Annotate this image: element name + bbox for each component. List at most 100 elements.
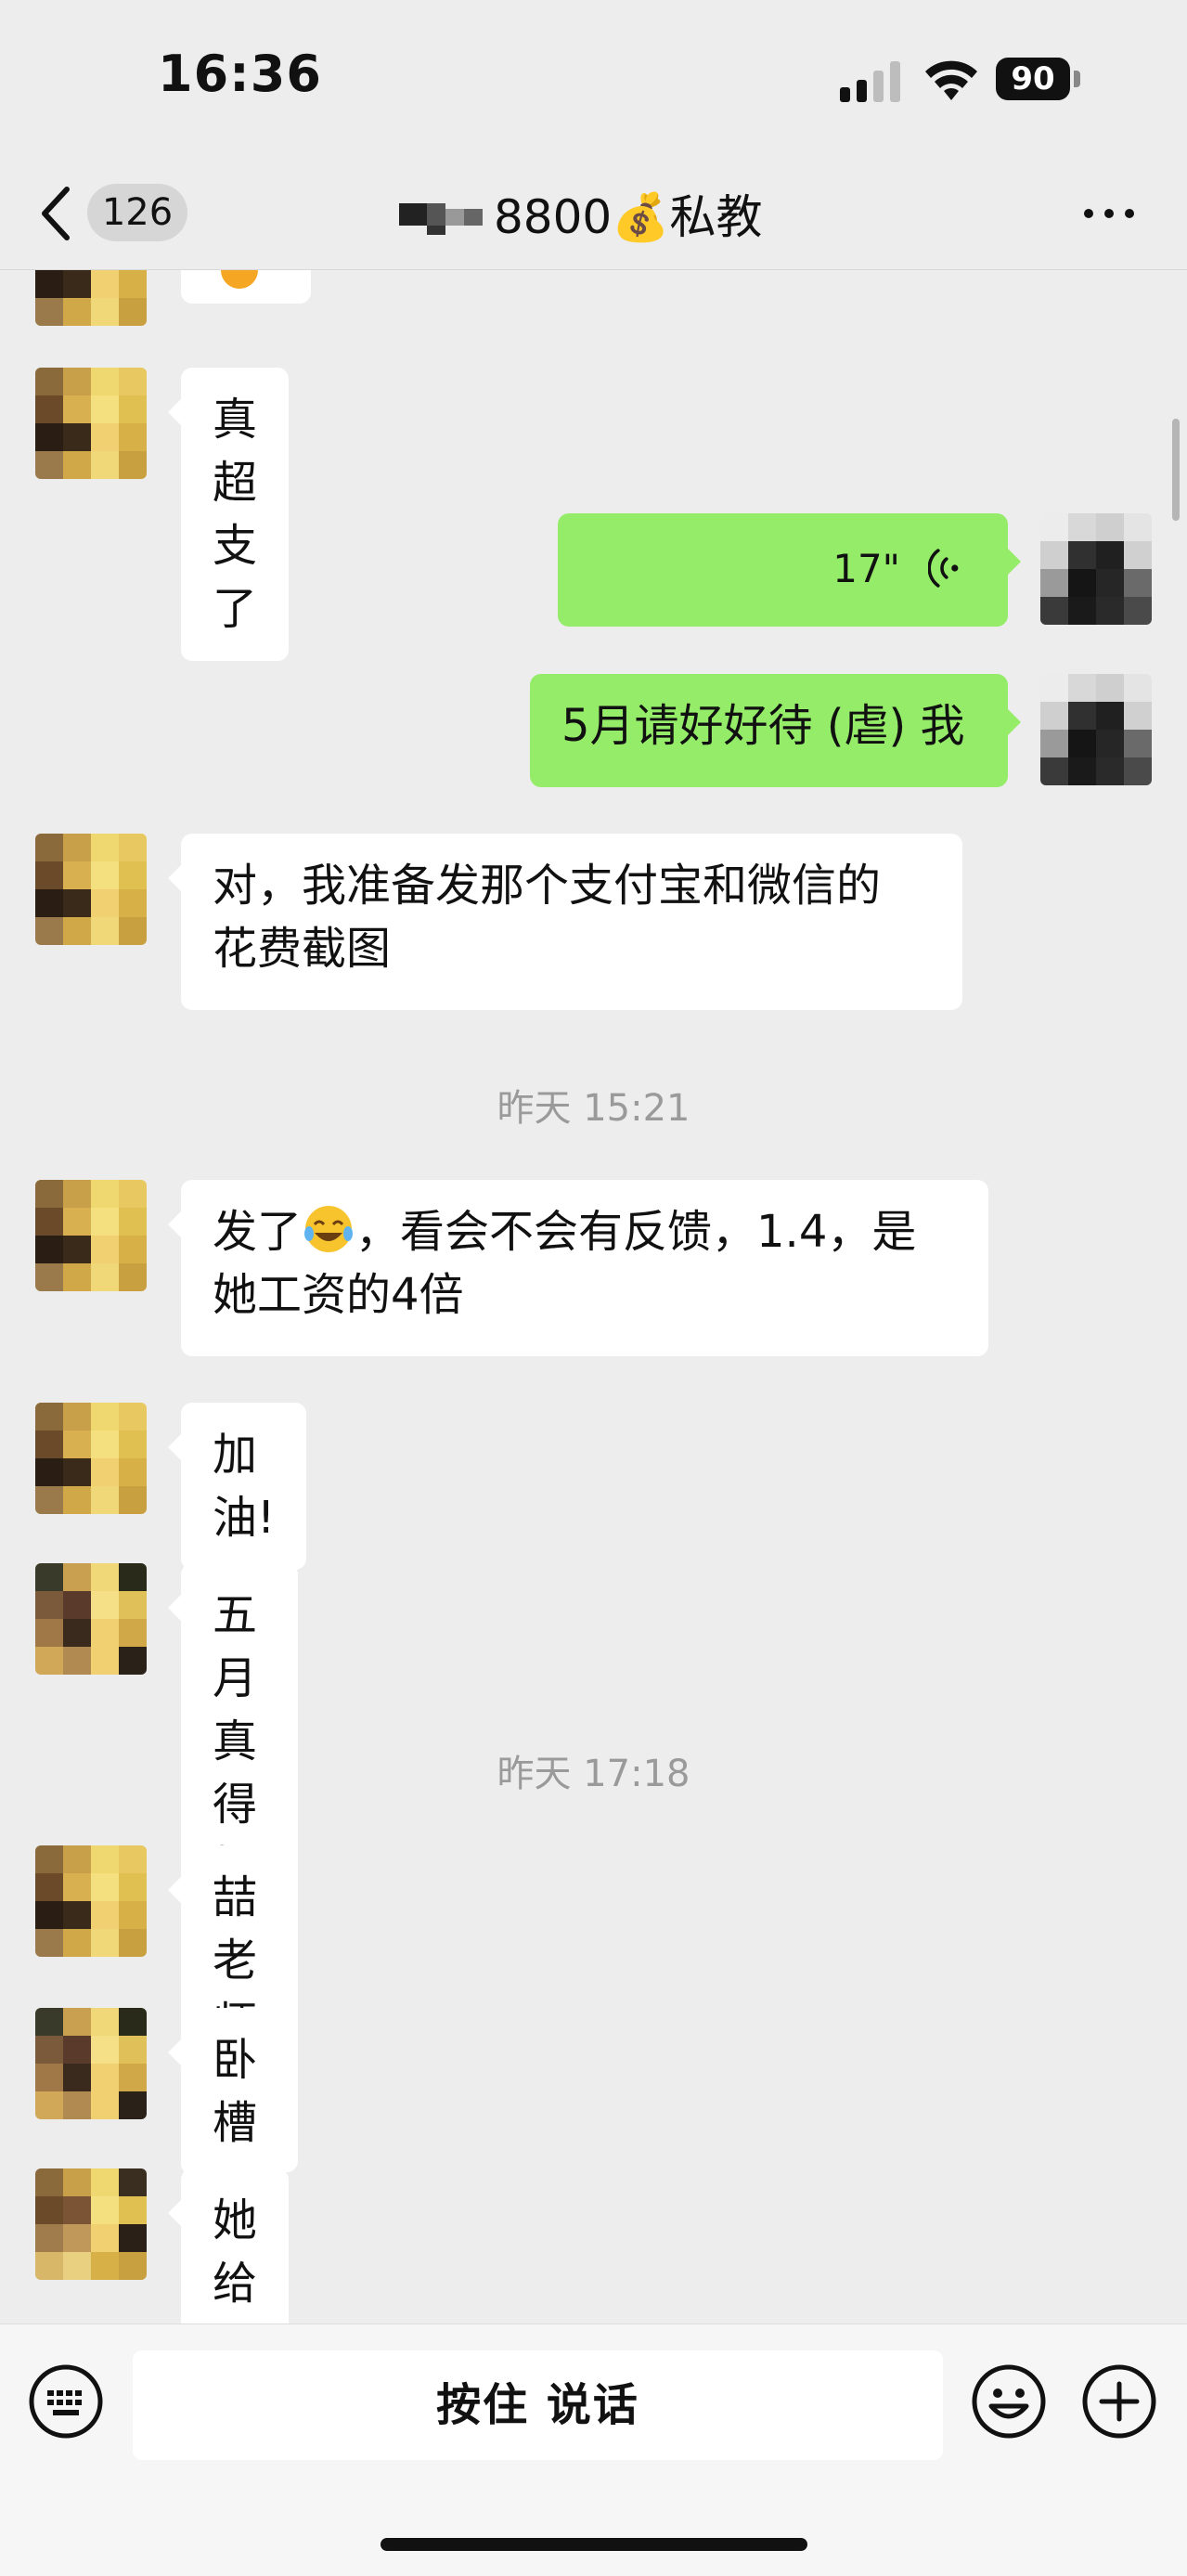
message-text: 发了 [213, 1206, 303, 1258]
avatar-mosaic-cell [91, 1430, 119, 1458]
avatar-mosaic-cell [63, 2252, 91, 2280]
avatar-mosaic-cell [1096, 674, 1124, 702]
avatar-mosaic-cell [1096, 513, 1124, 541]
avatar-mosaic-cell [1040, 730, 1068, 757]
contact-avatar[interactable] [35, 834, 147, 945]
avatar-mosaic-cell [91, 2064, 119, 2091]
contact-avatar[interactable] [35, 2008, 147, 2119]
avatar-mosaic-cell [63, 395, 91, 423]
bubble-tail [168, 1434, 181, 1460]
avatar-mosaic-cell [35, 1845, 63, 1873]
status-time: 16:36 [158, 45, 322, 103]
message-bubble[interactable]: 真超支了 [181, 368, 290, 661]
avatar-mosaic-cell [91, 2091, 119, 2119]
message-bubble[interactable]: 她给我发信息了 [181, 2168, 290, 2324]
message-bubble[interactable]: 发了 ，看会不会有反馈，1.4，是 她工资的4倍 [181, 1180, 988, 1356]
avatar-mosaic-cell [91, 1929, 119, 1957]
avatar-mosaic-cell [1096, 541, 1124, 569]
avatar-mosaic-cell [35, 917, 63, 945]
contact-avatar[interactable] [35, 1845, 147, 1957]
avatar-mosaic-cell [1096, 569, 1124, 597]
avatar-mosaic-cell [1068, 569, 1096, 597]
contact-avatar[interactable] [35, 270, 147, 326]
voice-wave-icon [928, 549, 959, 588]
timestamp: 昨天 15:21 [497, 1087, 690, 1130]
avatar-mosaic-cell [35, 451, 63, 479]
avatar-mosaic-cell [1040, 597, 1068, 625]
avatar-mosaic-cell [35, 1647, 63, 1675]
avatar-mosaic-cell [119, 889, 147, 917]
avatar-mosaic-cell [1096, 597, 1124, 625]
avatar-mosaic-cell [63, 917, 91, 945]
contact-avatar[interactable] [35, 1403, 147, 1514]
avatar-mosaic-cell [91, 2036, 119, 2064]
avatar-mosaic-cell [1124, 674, 1152, 702]
contact-avatar[interactable] [35, 2168, 147, 2280]
unread-count-badge[interactable]: 126 [87, 184, 187, 241]
avatar-mosaic-cell [91, 270, 119, 298]
avatar-mosaic-cell [35, 2091, 63, 2119]
emoji-icon[interactable] [971, 2363, 1047, 2440]
message-bubble[interactable]: 卧槽 [181, 2008, 290, 2175]
message-bubble[interactable]: 加油! [181, 1403, 307, 1570]
hold-to-talk-button[interactable]: 按住 说话 [133, 2350, 943, 2460]
avatar-mosaic-cell [119, 1647, 147, 1675]
avatar-mosaic-cell [91, 1208, 119, 1236]
avatar-mosaic-cell [91, 1647, 119, 1675]
message-list[interactable]: 真超支了 17" 5月请好好待 (虐) 我 对，我准备发那个支付宝和微信的 花费… [0, 270, 1187, 2324]
avatar-mosaic-cell [1040, 569, 1068, 597]
avatar-mosaic-cell [119, 834, 147, 861]
bubble-tail [168, 399, 181, 425]
message-bubble[interactable]: 5月请好好待 (虐) 我 [530, 674, 1008, 787]
redacted-name-mosaic [399, 203, 483, 235]
avatar-mosaic-cell [63, 1263, 91, 1291]
battery-level: 90 [996, 58, 1070, 100]
avatar-mosaic-cell [119, 861, 147, 889]
avatar-mosaic-cell [63, 1458, 91, 1486]
voice-message-bubble[interactable]: 17" [558, 513, 1008, 627]
more-icon[interactable] [1081, 204, 1137, 223]
keyboard-icon[interactable] [28, 2363, 104, 2440]
avatar-mosaic-cell [35, 423, 63, 451]
avatar-mosaic-cell [63, 1563, 91, 1591]
avatar-mosaic-cell [63, 423, 91, 451]
avatar-mosaic-cell [119, 1458, 147, 1486]
scrollbar[interactable] [1172, 419, 1180, 521]
avatar-mosaic-cell [119, 1873, 147, 1901]
bubble-tail [1008, 549, 1021, 575]
avatar-mosaic-cell [35, 1263, 63, 1291]
avatar-mosaic-cell [63, 2064, 91, 2091]
avatar-mosaic-cell [119, 270, 147, 298]
avatar-mosaic-cell [1096, 757, 1124, 785]
avatar-mosaic-cell [35, 1901, 63, 1929]
my-avatar[interactable] [1040, 674, 1152, 785]
avatar-mosaic-cell [63, 2091, 91, 2119]
avatar-mosaic-cell [63, 2008, 91, 2036]
bubble-tail [168, 2200, 181, 2226]
avatar-mosaic-cell [1068, 757, 1096, 785]
chevron-left-icon[interactable] [37, 184, 74, 243]
avatar-mosaic-cell [35, 1929, 63, 1957]
avatar-mosaic-cell [35, 1873, 63, 1901]
chat-title-text: 8800💰私教 [494, 190, 763, 244]
avatar-mosaic-cell [91, 1263, 119, 1291]
avatar-mosaic-cell [35, 2168, 63, 2196]
avatar-mosaic-cell [35, 1430, 63, 1458]
plus-icon[interactable] [1081, 2363, 1157, 2440]
contact-avatar[interactable] [35, 1563, 147, 1675]
avatar-mosaic-cell [119, 1563, 147, 1591]
contact-avatar[interactable] [35, 1180, 147, 1291]
avatar-mosaic-cell [63, 1180, 91, 1208]
avatar-mosaic-cell [91, 1486, 119, 1514]
avatar-mosaic-cell [35, 368, 63, 395]
avatar-mosaic-cell [119, 917, 147, 945]
avatar-mosaic-cell [35, 1619, 63, 1647]
avatar-mosaic-cell [91, 2196, 119, 2224]
contact-avatar[interactable] [35, 368, 147, 479]
avatar-mosaic-cell [1068, 541, 1096, 569]
avatar-mosaic-cell [91, 861, 119, 889]
my-avatar[interactable] [1040, 513, 1152, 625]
avatar-mosaic-cell [119, 395, 147, 423]
message-bubble[interactable]: 对，我准备发那个支付宝和微信的 花费截图 [181, 834, 962, 1010]
avatar-mosaic-cell [63, 1236, 91, 1263]
